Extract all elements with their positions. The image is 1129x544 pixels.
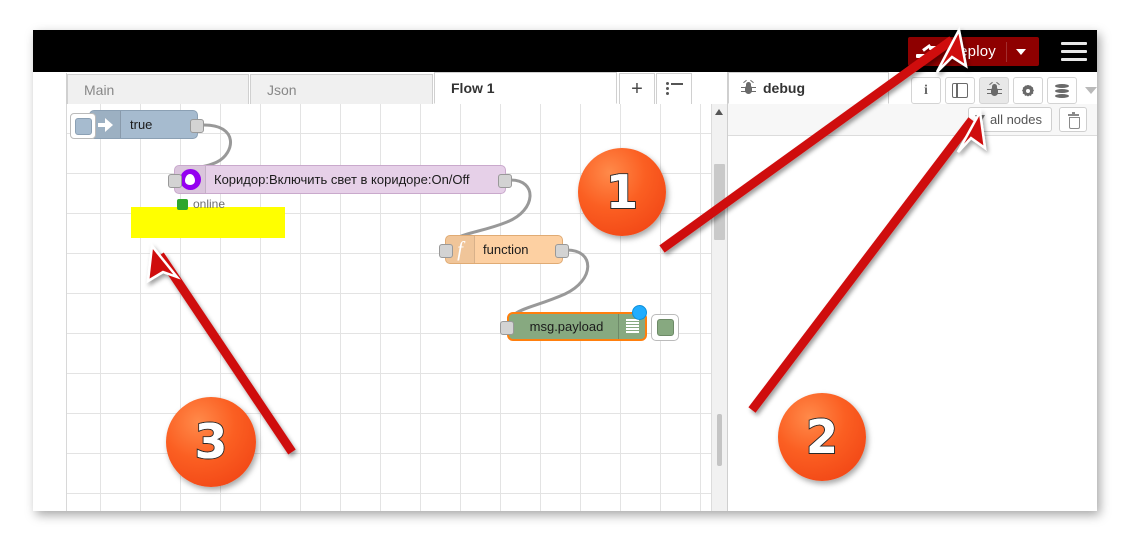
device-node-label: Коридор:Включить свет в коридоре:On/Off bbox=[214, 172, 470, 187]
flow-tab-bar: Main Json Flow 1 + bbox=[33, 72, 727, 105]
canvas-gutter bbox=[33, 104, 67, 511]
deploy-divider bbox=[1006, 41, 1007, 62]
bug-icon bbox=[986, 81, 1002, 98]
filter-button-label: all nodes bbox=[989, 112, 1042, 127]
sidebar-icon-group: i bbox=[907, 77, 1097, 104]
tab-flow-1[interactable]: Flow 1 bbox=[434, 72, 617, 104]
debug-message-list[interactable] bbox=[728, 136, 1097, 511]
device-status-label: online bbox=[193, 197, 226, 211]
gear-icon bbox=[1021, 84, 1035, 98]
screenshot-root: Deploy Main Json Flow 1 + true Коридор:В… bbox=[0, 0, 1129, 544]
sidebar-debug-button[interactable] bbox=[979, 77, 1009, 104]
node-red-editor-window: Deploy Main Json Flow 1 + true Коридор:В… bbox=[33, 30, 1097, 511]
scroll-thumb[interactable] bbox=[714, 164, 725, 240]
tab-main[interactable]: Main bbox=[67, 74, 249, 104]
debug-enable-button[interactable] bbox=[651, 314, 679, 341]
sidebar-config-button[interactable] bbox=[1013, 77, 1043, 104]
chevron-down-icon[interactable] bbox=[1085, 87, 1097, 94]
bug-icon bbox=[741, 79, 756, 96]
sidebar-help-button[interactable] bbox=[945, 77, 975, 104]
funnel-icon bbox=[974, 115, 985, 136]
device-input-port[interactable] bbox=[168, 174, 182, 188]
plus-icon: + bbox=[631, 78, 643, 100]
tab-json[interactable]: Json bbox=[250, 74, 433, 104]
filter-nodes-button[interactable]: all nodes bbox=[967, 107, 1052, 136]
add-flow-button[interactable]: + bbox=[619, 73, 655, 104]
deploy-button-label: Deploy bbox=[948, 43, 996, 60]
trash-icon bbox=[1067, 111, 1080, 129]
tab-bar-gutter bbox=[33, 73, 67, 104]
chevron-down-icon[interactable] bbox=[1016, 48, 1026, 55]
scroll-up-icon[interactable] bbox=[715, 109, 723, 115]
hamburger-icon[interactable] bbox=[1061, 42, 1087, 61]
sidebar-tab-row: debug i bbox=[728, 72, 1097, 105]
clear-debug-button[interactable] bbox=[1059, 107, 1087, 132]
status-dot-icon bbox=[177, 198, 188, 210]
function-input-port[interactable] bbox=[439, 244, 453, 258]
list-icon bbox=[665, 81, 683, 96]
flow-workspace: Main Json Flow 1 + true Коридор:Включить… bbox=[33, 72, 728, 511]
inject-output-port[interactable] bbox=[190, 119, 204, 133]
sidebar-context-button[interactable] bbox=[1047, 77, 1077, 104]
inject-trigger-button[interactable] bbox=[70, 113, 96, 139]
book-icon bbox=[952, 83, 968, 98]
deploy-button[interactable]: Deploy bbox=[908, 37, 1039, 66]
database-icon bbox=[1055, 83, 1069, 98]
debug-filter-row: all nodes bbox=[728, 104, 1097, 136]
flow-canvas-wrapper: true Коридор:Включить свет в коридоре:On… bbox=[33, 104, 727, 511]
device-node-status: online bbox=[177, 197, 225, 211]
flow-node-debug[interactable]: msg.payload bbox=[500, 312, 647, 341]
debug-active-indicator bbox=[632, 305, 647, 320]
function-node-label: function bbox=[483, 242, 529, 257]
sidebar-panel: debug i all nodes bbox=[728, 72, 1097, 511]
inject-node-label: true bbox=[130, 117, 153, 132]
flow-node-inject[interactable]: true bbox=[89, 110, 204, 139]
flow-node-device[interactable]: Коридор:Включить свет в коридоре:On/Off bbox=[168, 165, 512, 194]
list-flows-button[interactable] bbox=[656, 73, 692, 104]
device-output-port[interactable] bbox=[498, 174, 512, 188]
sidebar-info-button[interactable]: i bbox=[911, 77, 941, 104]
app-header: Deploy bbox=[33, 30, 1097, 72]
deploy-node-icon bbox=[916, 43, 943, 59]
sidebar-tab-debug[interactable]: debug bbox=[728, 72, 889, 104]
scroll-thumb-secondary[interactable] bbox=[717, 414, 722, 466]
sidebar-tab-label: debug bbox=[763, 79, 805, 96]
canvas-vertical-scrollbar[interactable] bbox=[711, 104, 727, 511]
debug-node-label: msg.payload bbox=[529, 319, 604, 334]
function-output-port[interactable] bbox=[555, 244, 569, 258]
info-icon: i bbox=[924, 82, 928, 98]
flow-node-function[interactable]: f function bbox=[439, 235, 569, 264]
debug-input-port[interactable] bbox=[500, 321, 514, 335]
flow-canvas[interactable]: true Коридор:Включить свет в коридоре:On… bbox=[67, 104, 727, 511]
